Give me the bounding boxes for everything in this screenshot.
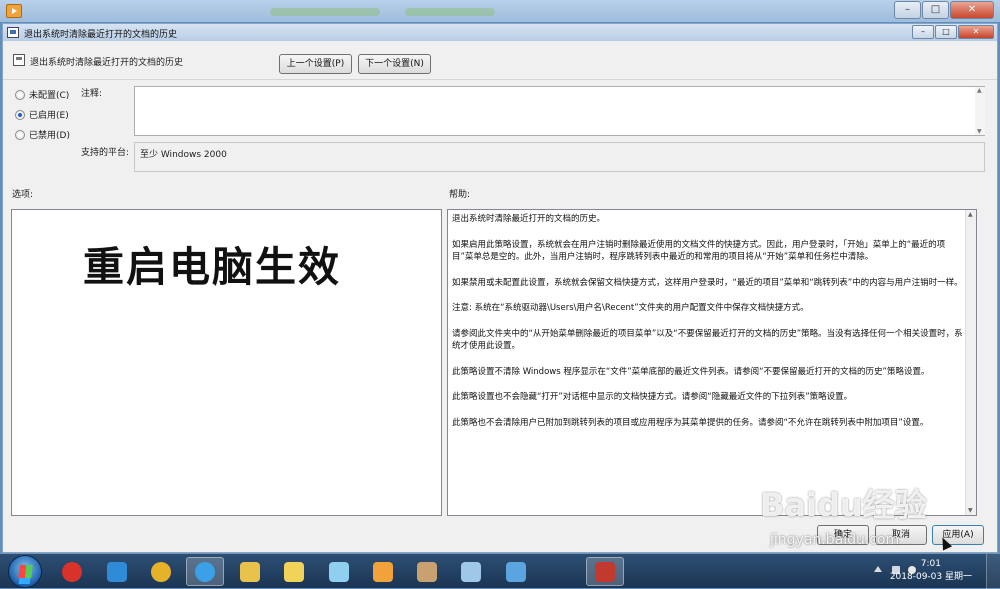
pinwheel-icon (329, 561, 349, 582)
start-button-icon[interactable] (8, 555, 42, 588)
comment-scrollbar[interactable]: ▲ ▼ (975, 87, 985, 135)
outer-window-titlebar: – □ ✕ (0, 0, 1000, 22)
media-player-icon (6, 4, 22, 18)
options-label: 选项: (12, 190, 34, 200)
radio-enabled[interactable]: 已启用(E) (15, 108, 69, 121)
outer-window-controls: – □ ✕ (894, 1, 994, 19)
help-paragraph: 如果启用此策略设置，系统就会在用户注销时删除最近使用的文档文件的快捷方式。因此，… (452, 239, 946, 263)
watermark-url: jingyan.baidu.com (770, 532, 900, 548)
help-scrollbar[interactable]: ▲ ▼ (965, 210, 976, 515)
policy-icon (7, 27, 19, 38)
minimize-icon[interactable]: – (912, 25, 934, 39)
taskbar-ie-icon[interactable] (98, 557, 136, 586)
ie-icon (107, 561, 127, 582)
dialog-titlebar: 退出系统时清除最近打开的文档的历史 – □ ✕ (3, 24, 997, 41)
taskbar-pinwheel-icon[interactable] (320, 557, 358, 586)
previous-setting-button[interactable]: 上一个设置(P) (279, 54, 352, 74)
notes-icon (284, 561, 304, 582)
close-icon[interactable]: ✕ (950, 1, 994, 19)
radio-button[interactable] (15, 89, 25, 100)
cube-icon (506, 561, 526, 582)
policy-name: 退出系统时清除最近打开的文档的历史 (30, 58, 184, 68)
help-paragraph: 此策略设置也不会隐藏“打开”对话框中显示的文档快捷方式。请参阅“隐藏最近文件的下… (452, 392, 853, 402)
toolbox-icon (595, 561, 615, 582)
scroll-up-icon[interactable]: ▲ (968, 211, 973, 218)
taskbar-cube-icon[interactable] (497, 557, 535, 586)
minimize-icon[interactable]: – (894, 1, 921, 19)
platform-field: 至少 Windows 2000 (134, 142, 985, 172)
jiang-app-icon (62, 561, 82, 582)
platform-value: 至少 Windows 2000 (140, 150, 227, 160)
chrome-icon (151, 561, 171, 582)
help-paragraph: 退出系统时清除最近打开的文档的历史。 (452, 214, 606, 224)
taskbar-network-icon[interactable] (452, 557, 490, 586)
next-setting-button[interactable]: 下一个设置(N) (358, 54, 431, 74)
comment-label: 注释: (81, 89, 103, 99)
help-paragraph: 此策略设置不清除 Windows 程序显示在“文件”菜单底部的最近文件列表。请参… (452, 366, 930, 377)
divider (3, 79, 997, 80)
scroll-down-icon[interactable]: ▼ (968, 507, 973, 514)
radio-label: 已启用(E) (29, 111, 69, 121)
qq-browser-icon (195, 561, 215, 582)
taskbar-folder-icon[interactable] (231, 557, 269, 586)
maximize-icon[interactable]: □ (922, 1, 949, 19)
comment-textarea[interactable] (134, 86, 985, 136)
policy-dialog: 退出系统时清除最近打开的文档的历史 – □ ✕ 退出系统时清除最近打开的文档的历… (2, 23, 998, 553)
clock-date: 2018-09-03 星期一 (889, 572, 972, 582)
help-label: 帮助: (449, 190, 471, 200)
system-tray: 7:01 2018-09-03 星期一 (860, 554, 1000, 589)
network-icon (461, 561, 481, 582)
clock[interactable]: 7:01 2018-09-03 星期一 (890, 558, 972, 584)
outer-tab-blurred (270, 8, 380, 16)
taskbar-qq-browser-icon[interactable] (186, 557, 224, 586)
taskbar-chrome-icon[interactable] (142, 557, 180, 586)
radio-disabled[interactable]: 已禁用(D) (15, 128, 70, 141)
platform-label: 支持的平台: (81, 148, 130, 158)
radio-button-selected[interactable] (15, 109, 25, 120)
taskbar-toolbox-icon[interactable] (586, 557, 624, 586)
paint-icon (417, 561, 437, 582)
taskbar-jiang-app-icon[interactable] (53, 557, 91, 586)
help-panel: 退出系统时清除最近打开的文档的历史。 如果启用此策略设置，系统就会在用户注销时删… (447, 209, 977, 516)
policy-setting-icon (13, 54, 25, 66)
maximize-icon[interactable]: □ (935, 25, 957, 39)
radio-label: 已禁用(D) (29, 131, 70, 141)
overlay-annotation: 重启电脑生效 (83, 243, 341, 291)
radio-button[interactable] (15, 129, 25, 140)
help-text: 退出系统时清除最近打开的文档的历史。 如果启用此策略设置，系统就会在用户注销时删… (452, 213, 964, 442)
media-player-icon (373, 561, 393, 582)
dialog-window-controls: – □ ✕ (912, 25, 994, 39)
folder-icon (240, 561, 260, 582)
dialog-title: 退出系统时清除最近打开的文档的历史 (24, 30, 178, 40)
radio-label: 未配置(C) (29, 91, 70, 101)
taskbar-notes-icon[interactable] (275, 557, 313, 586)
taskbar-media-player-icon[interactable] (364, 557, 402, 586)
scroll-up-icon[interactable]: ▲ (977, 87, 982, 94)
taskbar: 7:01 2018-09-03 星期一 (0, 553, 1000, 589)
help-paragraph: 如果禁用或未配置此设置，系统就会保留文档快捷方式，这样用户登录时，“最近的项目”… (452, 277, 963, 288)
show-desktop-button[interactable] (986, 554, 1000, 589)
clock-time: 7:01 (920, 559, 942, 569)
radio-not-configured[interactable]: 未配置(C) (15, 88, 69, 101)
scroll-down-icon[interactable]: ▼ (977, 128, 982, 135)
outer-tab-blurred (405, 8, 495, 16)
help-paragraph: 请参阅此文件夹中的“从开始菜单删除最近的项目菜单”以及“不要保留最近打开的文档的… (452, 328, 963, 352)
taskbar-paint-icon[interactable] (408, 557, 446, 586)
watermark-logo: Baidu经验 (760, 486, 927, 524)
help-paragraph: 注意: 系统在“系统驱动器\Users\用户名\Recent”文件夹的用户配置文… (452, 303, 809, 313)
help-paragraph: 此策略也不会清除用户已附加到跳转列表的项目或应用程序为其菜单提供的任务。请参阅“… (452, 417, 929, 428)
tray-expand-icon[interactable] (874, 566, 882, 572)
close-icon[interactable]: ✕ (958, 25, 994, 39)
